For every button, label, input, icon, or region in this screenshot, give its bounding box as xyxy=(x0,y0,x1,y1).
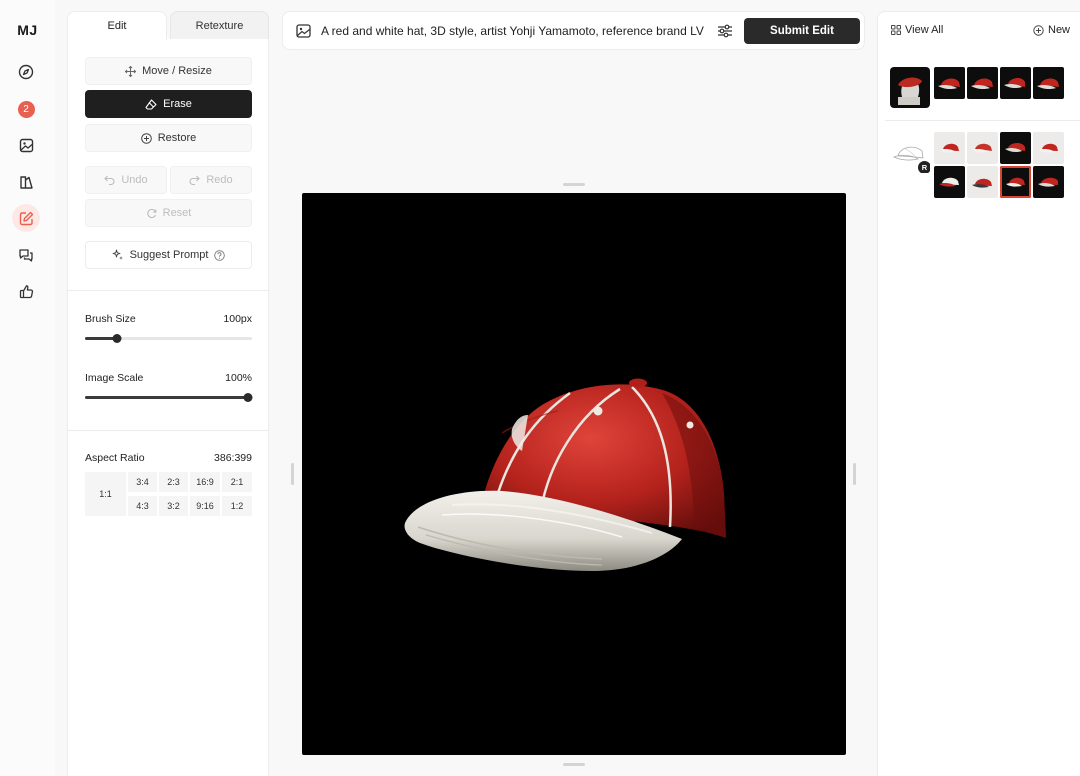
undo-button[interactable]: Undo xyxy=(85,166,167,194)
slider-knob[interactable] xyxy=(112,334,122,343)
erase-label: Erase xyxy=(163,98,192,110)
ratio-option[interactable]: 2:1 xyxy=(222,472,252,492)
canvas-resize-handle-bottom[interactable] xyxy=(563,763,585,766)
image-scale-label: Image Scale xyxy=(85,372,144,384)
notifications-button[interactable]: 2 xyxy=(12,95,40,123)
ratio-option-square[interactable]: 1:1 xyxy=(85,472,126,516)
prompt-bar: A red and white hat, 3D style, artist Yo… xyxy=(282,11,865,50)
ratio-option[interactable]: 1:2 xyxy=(222,496,252,516)
move-resize-label: Move / Resize xyxy=(142,65,212,77)
slider-fill xyxy=(85,396,252,399)
eraser-icon xyxy=(145,98,157,110)
result-thumbnail[interactable] xyxy=(934,67,965,99)
result-thumbnail[interactable] xyxy=(1033,166,1064,198)
aspect-ratio-label: Aspect Ratio xyxy=(85,452,145,464)
erase-button[interactable]: Erase xyxy=(85,90,252,118)
redo-label: Redo xyxy=(206,174,233,186)
baseball-cap-image xyxy=(404,378,726,571)
source-thumbnail[interactable] xyxy=(890,67,930,108)
redo-button[interactable]: Redo xyxy=(170,166,252,194)
view-all-label: View All xyxy=(905,24,944,36)
brush-size-value: 100px xyxy=(223,313,252,325)
restore-label: Restore xyxy=(157,132,197,144)
notification-badge: 2 xyxy=(17,100,35,118)
ratio-option[interactable]: 16:9 xyxy=(190,472,220,492)
tab-retexture[interactable]: Retexture xyxy=(170,11,269,39)
canvas-resize-handle-top[interactable] xyxy=(563,183,585,186)
organize-icon xyxy=(19,175,34,190)
thumbs-up-icon xyxy=(19,284,34,299)
edit-canvas[interactable] xyxy=(302,193,846,755)
undo-label: Undo xyxy=(121,174,148,186)
image-prompt-icon[interactable] xyxy=(296,24,311,38)
history-divider xyxy=(885,120,1080,121)
move-icon xyxy=(125,65,137,77)
reference-thumbnail[interactable]: R xyxy=(890,132,930,173)
explore-button[interactable] xyxy=(12,58,40,86)
aspect-ratio-value: 386:399 xyxy=(214,452,252,464)
redo-icon xyxy=(189,175,201,185)
compass-icon xyxy=(18,64,34,80)
panel-divider xyxy=(67,290,269,291)
canvas-resize-handle-left[interactable] xyxy=(291,463,294,485)
reset-icon xyxy=(146,208,157,219)
panel-divider xyxy=(67,430,269,431)
plus-circle-icon xyxy=(1033,24,1044,36)
image-scale-value: 100% xyxy=(225,372,252,384)
canvas-resize-handle-right[interactable] xyxy=(853,463,856,485)
ratio-option[interactable]: 9:16 xyxy=(190,496,220,516)
aspect-ratio-grid: 1:1 3:4 2:3 16:9 2:1 4:3 3:2 9:16 1:2 xyxy=(85,472,252,516)
ratio-option[interactable]: 4:3 xyxy=(128,496,157,516)
ratio-option[interactable]: 2:3 xyxy=(159,472,188,492)
settings-sliders-icon[interactable] xyxy=(717,24,733,38)
result-thumbnail[interactable] xyxy=(934,166,965,198)
restore-button[interactable]: Restore xyxy=(85,124,252,152)
sparkle-icon xyxy=(112,249,124,261)
result-thumbnail[interactable] xyxy=(1000,67,1031,99)
reference-badge: R xyxy=(918,161,930,173)
help-icon[interactable] xyxy=(214,249,226,261)
edit-icon xyxy=(19,211,34,226)
result-thumbnail[interactable] xyxy=(1033,132,1064,164)
chat-button[interactable] xyxy=(12,241,40,269)
submit-edit-button[interactable]: Submit Edit xyxy=(744,18,860,44)
app-logo[interactable]: MJ xyxy=(0,22,55,38)
result-thumbnail[interactable] xyxy=(934,132,965,164)
undo-icon xyxy=(104,175,115,185)
prompt-input[interactable]: A red and white hat, 3D style, artist Yo… xyxy=(321,24,704,38)
image-scale-slider[interactable] xyxy=(85,392,253,402)
move-resize-button[interactable]: Move / Resize xyxy=(85,57,252,85)
result-thumbnail[interactable] xyxy=(967,166,998,198)
chat-icon xyxy=(18,248,34,263)
likes-button[interactable] xyxy=(12,277,40,305)
tab-edit[interactable]: Edit xyxy=(67,11,167,40)
history-panel xyxy=(877,11,1080,776)
nav-rail: MJ 2 xyxy=(0,0,55,776)
images-button[interactable] xyxy=(12,131,40,159)
suggest-prompt-button[interactable]: Suggest Prompt xyxy=(85,241,252,269)
suggest-prompt-label: Suggest Prompt xyxy=(129,249,209,261)
reset-button[interactable]: Reset xyxy=(85,199,252,227)
plus-circle-icon xyxy=(140,132,152,144)
ratio-option[interactable]: 3:4 xyxy=(128,472,157,492)
brush-size-slider[interactable] xyxy=(85,333,252,343)
view-all-button[interactable]: View All xyxy=(891,24,943,36)
result-thumbnail[interactable] xyxy=(967,67,998,99)
brush-size-label: Brush Size xyxy=(85,313,136,325)
reset-label: Reset xyxy=(162,207,192,219)
new-button[interactable]: New xyxy=(1033,24,1070,36)
new-label: New xyxy=(1048,24,1071,36)
slider-knob[interactable] xyxy=(243,393,253,402)
grid-icon xyxy=(891,25,901,35)
edit-button[interactable] xyxy=(12,204,40,232)
organize-button[interactable] xyxy=(12,168,40,196)
result-thumbnail-selected[interactable] xyxy=(1000,166,1031,198)
image-icon xyxy=(19,138,34,153)
ratio-option[interactable]: 3:2 xyxy=(159,496,188,516)
result-thumbnail[interactable] xyxy=(1000,132,1031,164)
result-thumbnail[interactable] xyxy=(967,132,998,164)
result-thumbnail[interactable] xyxy=(1033,67,1064,99)
